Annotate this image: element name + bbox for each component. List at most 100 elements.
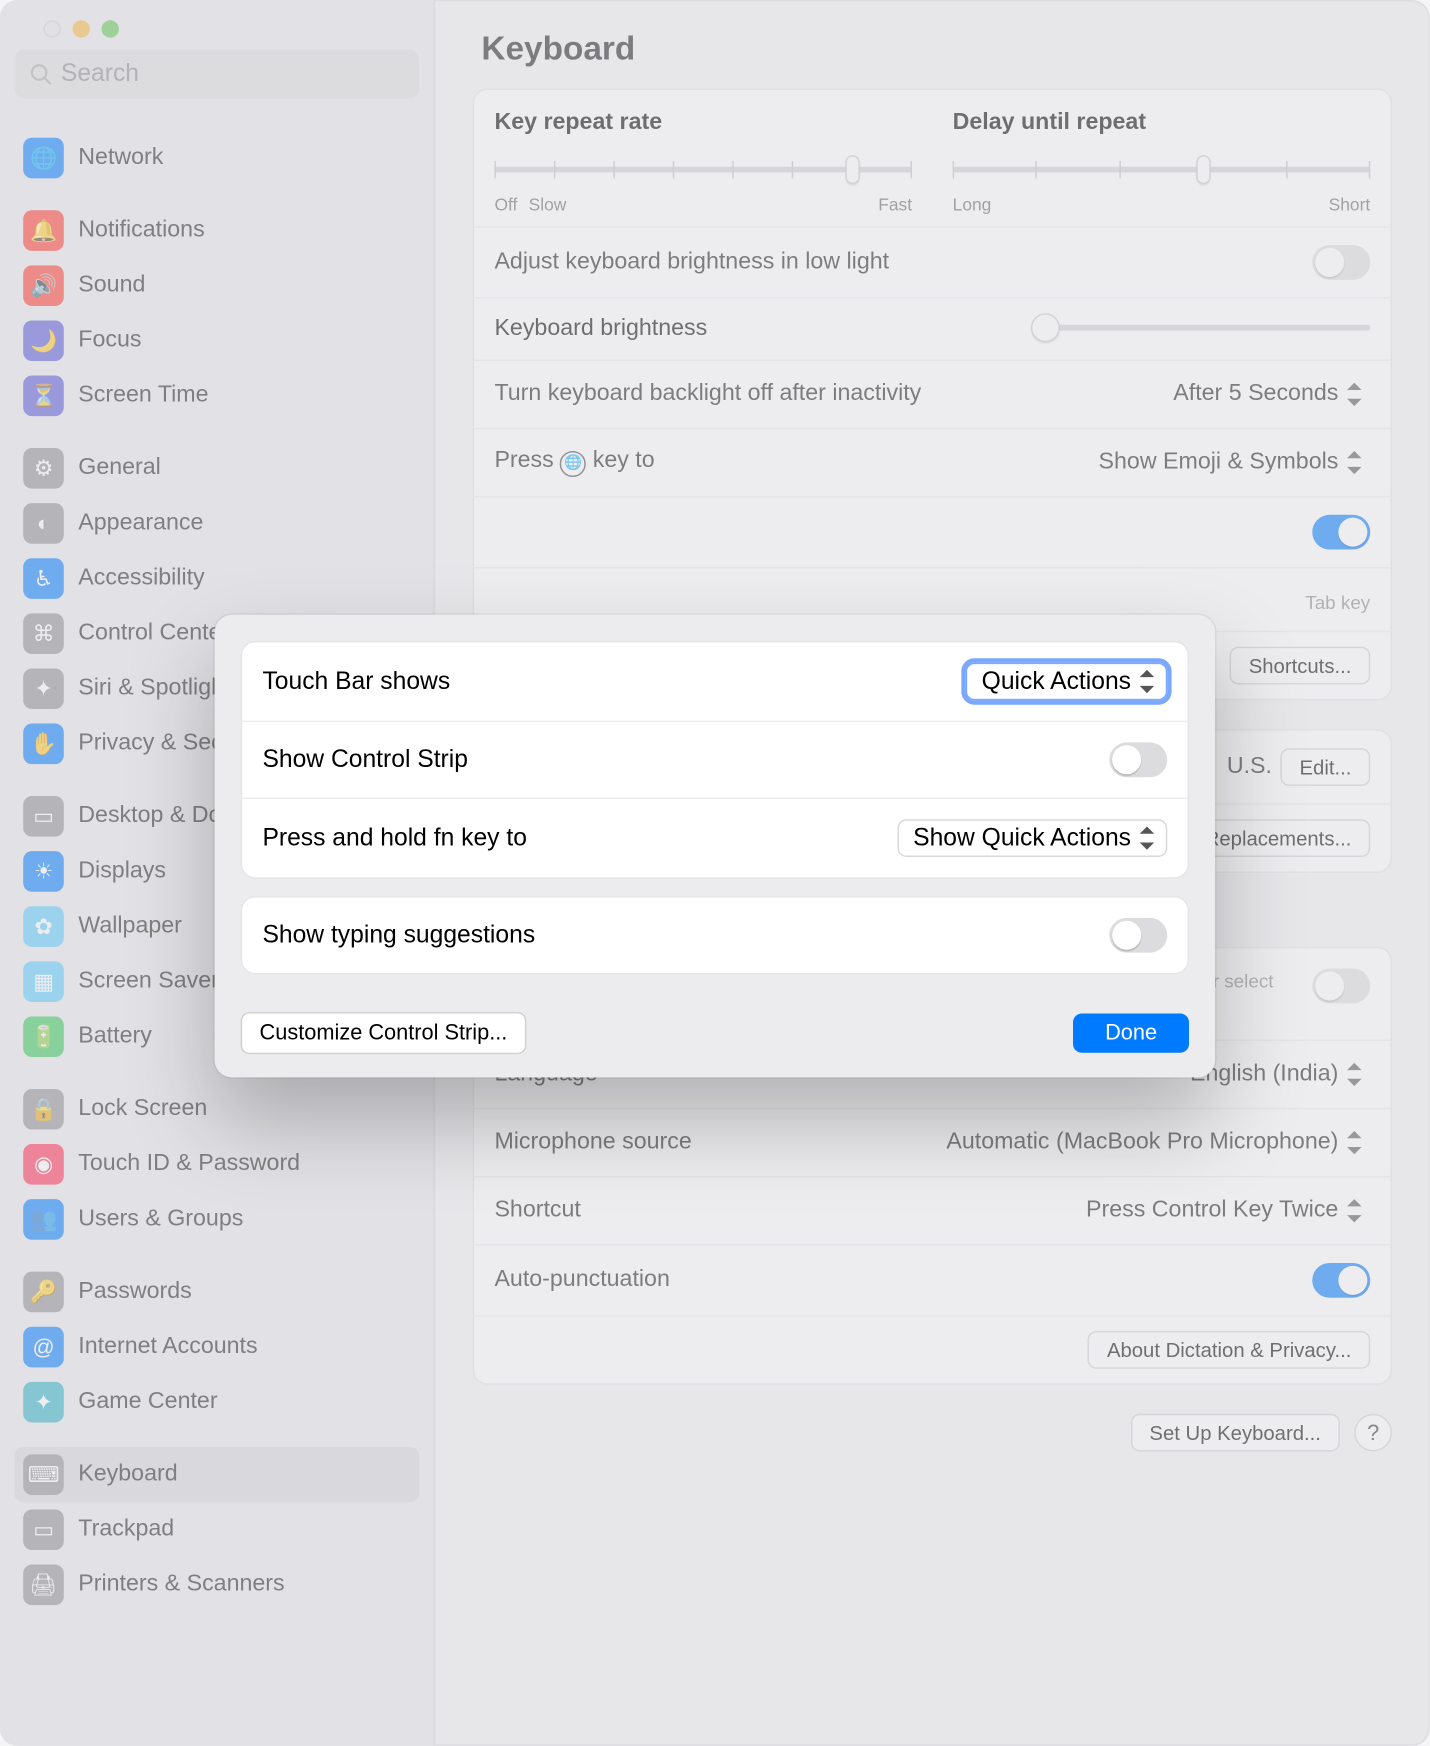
- chevron-updown-icon: [1137, 825, 1157, 851]
- key-repeat-slider[interactable]: [494, 154, 912, 186]
- delay-slider[interactable]: [953, 154, 1371, 186]
- sidebar-item-label: Trackpad: [78, 1517, 174, 1543]
- control-strip-row: Show Control Strip: [242, 721, 1187, 798]
- sidebar-item-users-groups[interactable]: 👥Users & Groups: [15, 1192, 420, 1247]
- chevron-updown-icon: [1344, 1062, 1364, 1088]
- tabkey-hint: Tab key: [1305, 592, 1370, 614]
- close-window-icon[interactable]: [44, 20, 61, 37]
- touchbar-shows-select[interactable]: Quick Actions: [966, 663, 1168, 701]
- sidebar-item-notifications[interactable]: 🔔Notifications: [15, 203, 420, 258]
- sidebar-item-printers-scanners[interactable]: 🖨Printers & Scanners: [15, 1557, 420, 1612]
- sidebar-item-sound[interactable]: 🔊Sound: [15, 258, 420, 313]
- auto-brightness-toggle[interactable]: [1312, 245, 1370, 280]
- sidebar-item-game-center[interactable]: ✦Game Center: [15, 1375, 420, 1430]
- dictation-shortcut-value: Press Control Key Twice: [1086, 1198, 1338, 1224]
- auto-brightness-label: Adjust keyboard brightness in low light: [494, 249, 1312, 275]
- globe-icon: 🌐: [23, 138, 64, 179]
- keyboard-nav-toggle[interactable]: [1312, 515, 1370, 550]
- sidebar-item-appearance[interactable]: ◐Appearance: [15, 496, 420, 551]
- fn-key-value: Show Quick Actions: [913, 824, 1131, 853]
- keyboard-shortcuts-button[interactable]: Shortcuts...: [1230, 647, 1370, 685]
- battery-icon: 🔋: [23, 1016, 64, 1057]
- backlight-off-row: Turn keyboard backlight off after inacti…: [474, 360, 1390, 428]
- setup-keyboard-button[interactable]: Set Up Keyboard...: [1131, 1414, 1340, 1452]
- key-repeat-label: Key repeat rate: [494, 110, 912, 136]
- search-icon: [29, 62, 52, 85]
- touchbar-shows-row: Touch Bar shows Quick Actions: [242, 642, 1187, 720]
- control-strip-toggle[interactable]: [1109, 742, 1167, 777]
- globe-icon: 🌐: [560, 451, 586, 477]
- control-strip-label: Show Control Strip: [262, 745, 468, 774]
- keyboard-nav-row: [474, 496, 1390, 567]
- touchbar-shows-label: Touch Bar shows: [262, 667, 450, 696]
- dictation-about-row: About Dictation & Privacy...: [474, 1315, 1390, 1383]
- done-button[interactable]: Done: [1073, 1014, 1189, 1053]
- dictation-mic-select[interactable]: Automatic (MacBook Pro Microphone): [941, 1127, 1371, 1159]
- dictation-mic-row: Microphone source Automatic (MacBook Pro…: [474, 1108, 1390, 1176]
- sidebar-item-internet-accounts[interactable]: @ Internet Accounts: [15, 1320, 420, 1375]
- sidebar-item-passwords[interactable]: 🔑Passwords: [15, 1264, 420, 1319]
- typing-suggestions-label: Show typing suggestions: [262, 921, 535, 950]
- sidebar-item-focus[interactable]: 🌙Focus: [15, 313, 420, 368]
- delay-until-repeat: Delay until repeat Long Short: [953, 110, 1371, 214]
- typing-suggestions-row: Show typing suggestions: [242, 898, 1187, 973]
- at-icon: @: [23, 1327, 64, 1368]
- fingerprint-icon: ◉: [23, 1144, 64, 1185]
- sidebar-item-label: Sound: [78, 273, 145, 299]
- sidebar-item-lock-screen[interactable]: 🔒 Lock Screen: [15, 1082, 420, 1137]
- key-repeat-rate: Key repeat rate Off Slow Fast: [494, 110, 912, 214]
- dock-icon: ▭: [23, 796, 64, 837]
- sidebar-item-label: Wallpaper: [78, 914, 182, 940]
- touchbar-settings-sheet: Touch Bar shows Quick Actions Show Contr…: [215, 615, 1216, 1078]
- chevron-updown-icon: [1137, 668, 1157, 694]
- sidebar-item-label: Internet Accounts: [78, 1334, 257, 1360]
- about-dictation-button[interactable]: About Dictation & Privacy...: [1088, 1331, 1370, 1369]
- sidebar-item-label: Displays: [78, 858, 166, 884]
- customize-control-strip-button[interactable]: Customize Control Strip...: [241, 1012, 526, 1054]
- backlight-off-select[interactable]: After 5 Seconds: [1167, 378, 1370, 410]
- sidebar-item-label: Battery: [78, 1024, 151, 1050]
- edit-input-button[interactable]: Edit...: [1281, 748, 1371, 786]
- delay-short-label: Short: [1329, 194, 1371, 214]
- chevron-updown-icon: [1344, 1130, 1364, 1156]
- sidebar-item-network[interactable]: 🌐 Network: [15, 131, 420, 186]
- sidebar-item-label: Network: [78, 145, 163, 171]
- chevron-updown-icon: [1344, 381, 1364, 407]
- keyboard-panel: Key repeat rate Off Slow Fast Delay unti…: [473, 88, 1392, 700]
- page-title: Keyboard: [481, 29, 1392, 68]
- sidebar-item-accessibility[interactable]: ♿︎Accessibility: [15, 551, 420, 606]
- dictation-shortcut-select[interactable]: Press Control Key Twice: [1080, 1195, 1370, 1227]
- globe-key-value: Show Emoji & Symbols: [1099, 450, 1339, 476]
- minimize-window-icon[interactable]: [73, 20, 90, 37]
- auto-punct-label: Auto-punctuation: [494, 1267, 1312, 1293]
- sidebar-item-general[interactable]: ⚙︎General: [15, 441, 420, 496]
- sidebar-item-keyboard[interactable]: ⌨︎Keyboard: [15, 1447, 420, 1502]
- help-button[interactable]: ?: [1354, 1414, 1392, 1452]
- auto-punct-toggle[interactable]: [1312, 1263, 1370, 1298]
- dictation-toggle[interactable]: [1312, 969, 1370, 1004]
- zoom-window-icon[interactable]: [102, 20, 119, 37]
- screensaver-icon: ▦: [23, 961, 64, 1002]
- auto-brightness-row: Adjust keyboard brightness in low light: [474, 226, 1390, 297]
- fn-key-select[interactable]: Show Quick Actions: [897, 819, 1167, 857]
- globe-key-select[interactable]: Show Emoji & Symbols: [1093, 447, 1371, 479]
- touchbar-shows-value: Quick Actions: [982, 667, 1131, 696]
- fn-key-row: Press and hold fn key to Show Quick Acti…: [242, 798, 1187, 878]
- dictation-mic-label: Microphone source: [494, 1130, 940, 1156]
- typing-suggestions-toggle[interactable]: [1109, 918, 1167, 953]
- auto-punct-row: Auto-punctuation: [474, 1244, 1390, 1315]
- sidebar-item-label: Screen Time: [78, 383, 208, 409]
- search-placeholder: Search: [61, 59, 139, 88]
- sidebar-item-label: Lock Screen: [78, 1096, 207, 1122]
- sidebar-item-trackpad[interactable]: ▭Trackpad: [15, 1502, 420, 1557]
- repeat-fast-label: Fast: [878, 194, 912, 214]
- dictation-mic-value: Automatic (MacBook Pro Microphone): [946, 1130, 1338, 1156]
- search-input[interactable]: Search: [15, 49, 420, 98]
- sidebar-item-touch-id-password[interactable]: ◉Touch ID & Password: [15, 1137, 420, 1192]
- repeat-slow-label: Slow: [529, 194, 567, 214]
- brightness-slider[interactable]: [1031, 313, 1370, 345]
- sidebar-item-screen-time[interactable]: ⏳ Screen Time: [15, 368, 420, 423]
- lock-icon: 🔒: [23, 1089, 64, 1130]
- globe-key-row: Press 🌐 key to Show Emoji & Symbols: [474, 428, 1390, 496]
- hourglass-icon: ⏳: [23, 376, 64, 417]
